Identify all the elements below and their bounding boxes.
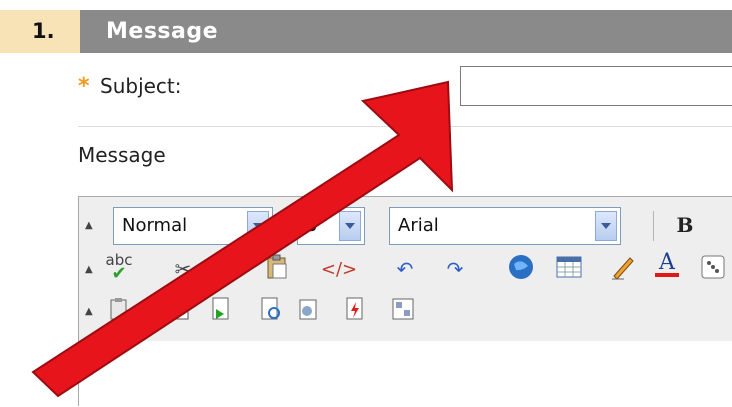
- check-icon: ✔: [111, 263, 127, 284]
- editor-toolbar: ▲ Normal 3 Arial B ▲ abc ✔ ✂ </> ↶ ↷ A ▲: [79, 197, 732, 342]
- format-select-value: Normal: [122, 215, 188, 236]
- required-star-icon: *: [78, 74, 90, 99]
- step-header: 1. Message: [0, 10, 732, 53]
- message-editor[interactable]: ▲ Normal 3 Arial B ▲ abc ✔ ✂ </> ↶ ↷ A ▲: [78, 196, 732, 407]
- bold-icon[interactable]: B: [671, 211, 699, 239]
- font-select-value: Arial: [398, 215, 439, 236]
- message-label: Message: [78, 143, 166, 167]
- spellcheck-icon[interactable]: abc ✔: [105, 253, 133, 284]
- subject-input[interactable]: [460, 66, 732, 106]
- toolbar-separator: [653, 211, 654, 241]
- flash-icon[interactable]: [341, 295, 369, 323]
- paste-icon[interactable]: [263, 253, 291, 281]
- media-icon[interactable]: [207, 295, 235, 323]
- collapse-row1-icon[interactable]: ▲: [85, 221, 93, 231]
- font-color-icon[interactable]: A: [653, 251, 681, 279]
- divider: [78, 126, 732, 127]
- chevron-down-icon[interactable]: [247, 211, 269, 241]
- undo-icon[interactable]: ↶: [391, 255, 419, 283]
- image-icon[interactable]: [163, 295, 191, 323]
- chevron-down-icon[interactable]: [595, 211, 617, 241]
- html-source-icon[interactable]: </>: [321, 255, 357, 283]
- attachment-icon[interactable]: [295, 295, 323, 323]
- chevron-down-icon[interactable]: [339, 211, 361, 241]
- template-icon[interactable]: [389, 295, 417, 323]
- special-character-icon[interactable]: [699, 253, 727, 281]
- font-select[interactable]: Arial: [389, 207, 621, 245]
- subject-label: Subject:: [100, 74, 182, 98]
- redo-icon[interactable]: ↷: [441, 255, 469, 283]
- preview-icon[interactable]: [257, 295, 285, 323]
- pencil-icon[interactable]: [609, 253, 637, 281]
- copy-icon[interactable]: [207, 255, 235, 283]
- format-select[interactable]: Normal: [113, 207, 273, 245]
- size-select-value: 3: [306, 215, 318, 236]
- link-icon[interactable]: [507, 253, 535, 281]
- cut-icon[interactable]: ✂: [169, 255, 197, 283]
- collapse-row3-icon[interactable]: ▲: [85, 307, 93, 317]
- step-title: Message: [80, 10, 732, 53]
- table-icon[interactable]: [555, 253, 583, 281]
- step-number: 1.: [0, 10, 80, 53]
- paste-word-icon[interactable]: [105, 295, 133, 323]
- collapse-row2-icon[interactable]: ▲: [85, 265, 93, 275]
- message-body-area[interactable]: [79, 341, 732, 407]
- size-select[interactable]: 3: [297, 207, 365, 245]
